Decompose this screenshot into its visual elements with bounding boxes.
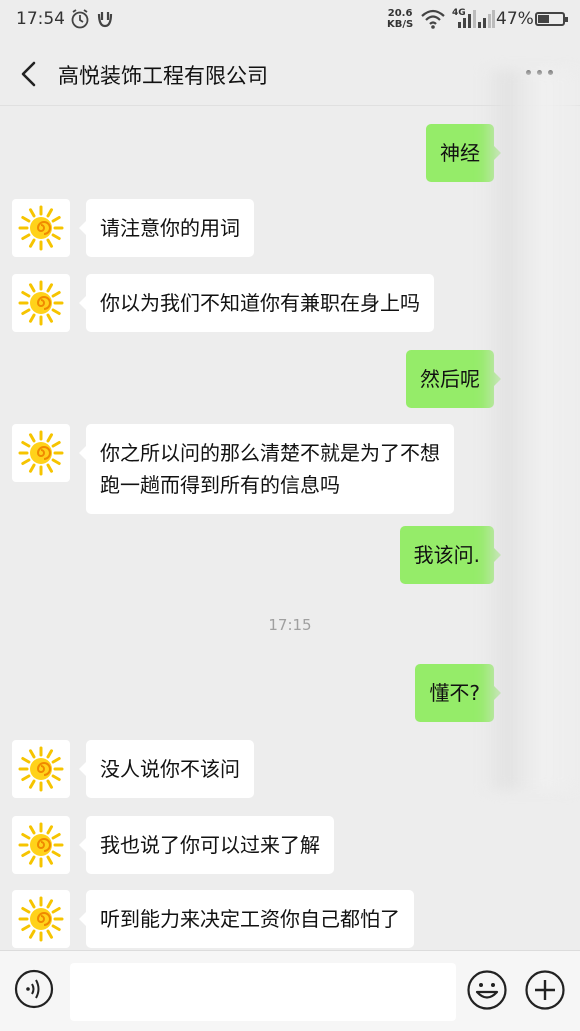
emoji-icon[interactable] — [466, 969, 508, 1011]
message-text: 然后呢 — [420, 367, 480, 391]
contact-avatar[interactable] — [12, 816, 70, 874]
network-speed-value: 20.6 — [387, 8, 413, 19]
sun-icon — [18, 205, 64, 251]
incoming-message[interactable]: 没人说你不该问 — [79, 740, 254, 798]
signal-icon — [458, 10, 476, 28]
chevron-left-icon[interactable] — [18, 60, 40, 88]
contact-avatar[interactable] — [12, 890, 70, 948]
incoming-message[interactable]: 请注意你的用词 — [79, 199, 254, 257]
message-text: 你以为我们不知道你有兼职在身上吗 — [100, 291, 420, 315]
battery-fill — [538, 15, 549, 23]
message-text: 请注意你的用词 — [100, 216, 240, 240]
wifi-icon — [421, 9, 445, 29]
status-bar: 17:54 20.6 KB/S 4G 47% — [0, 0, 580, 40]
outgoing-message[interactable]: 然后呢 — [406, 350, 501, 408]
network-speed: 20.6 KB/S — [387, 8, 413, 30]
message-text: 听到能力来决定工资你自己都怕了 — [100, 907, 400, 931]
plus-icon[interactable] — [524, 969, 566, 1011]
message-text: 懂不? — [429, 681, 480, 705]
app-notification-icon — [97, 12, 113, 28]
contact-avatar[interactable] — [12, 740, 70, 798]
network-speed-unit: KB/S — [387, 19, 414, 30]
message-input[interactable] — [70, 963, 456, 1021]
voice-icon[interactable] — [14, 969, 54, 1009]
contact-avatar[interactable] — [12, 424, 70, 482]
contact-avatar[interactable] — [12, 274, 70, 332]
message-text: 没人说你不该问 — [100, 757, 240, 781]
battery-icon — [535, 12, 568, 26]
incoming-message[interactable]: 听到能力来决定工资你自己都怕了 — [79, 890, 414, 948]
alarm-icon — [71, 9, 89, 29]
status-time: 17:54 — [16, 9, 65, 29]
redaction-blur — [482, 70, 580, 790]
contact-avatar[interactable] — [12, 199, 70, 257]
input-bar — [0, 950, 580, 1031]
message-text: 我也说了你可以过来了解 — [100, 833, 320, 857]
incoming-message[interactable]: 你以为我们不知道你有兼职在身上吗 — [79, 274, 434, 332]
incoming-message[interactable]: 你之所以问的那么清楚不就是为了不想 跑一趟而得到所有的信息吗 — [79, 424, 454, 514]
sun-icon — [18, 746, 64, 792]
signal-icon-2 — [478, 10, 495, 28]
chat-title: 高悦装饰工程有限公司 — [58, 64, 268, 88]
battery-percent: 47% — [496, 9, 534, 29]
sun-icon — [18, 430, 64, 476]
sun-icon — [18, 896, 64, 942]
message-text: 神经 — [440, 141, 480, 165]
message-text-line: 你之所以问的那么清楚不就是为了不想 — [100, 441, 440, 465]
sun-icon — [18, 280, 64, 326]
outgoing-message[interactable]: 我该问. — [399, 526, 502, 584]
sun-icon — [18, 822, 64, 868]
incoming-message[interactable]: 我也说了你可以过来了解 — [79, 816, 334, 874]
message-text: 我该问. — [413, 543, 480, 567]
message-text-line: 跑一趟而得到所有的信息吗 — [100, 473, 340, 497]
